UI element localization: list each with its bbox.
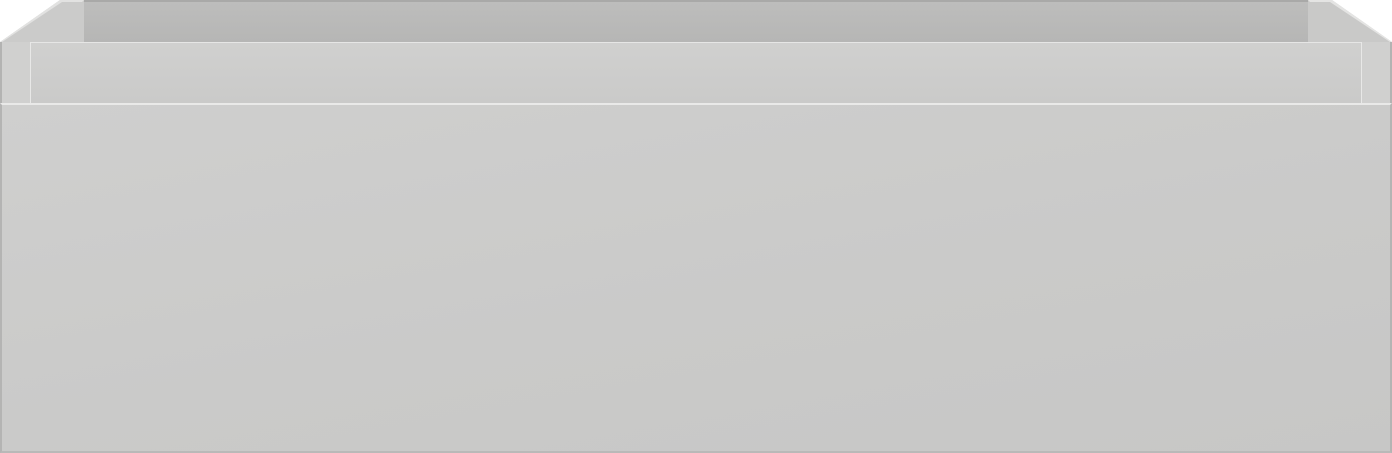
rim-divider-left [30, 42, 31, 103]
drawer-front-panel [0, 103, 1392, 453]
drawer-illustration [0, 0, 1392, 453]
drawer-left-side-face [0, 42, 30, 103]
drawer-back-wall [60, 0, 1330, 42]
rim-divider-right [1361, 42, 1362, 103]
drawer-inner-rim [30, 42, 1362, 103]
drawer-right-side-face [1362, 42, 1392, 103]
